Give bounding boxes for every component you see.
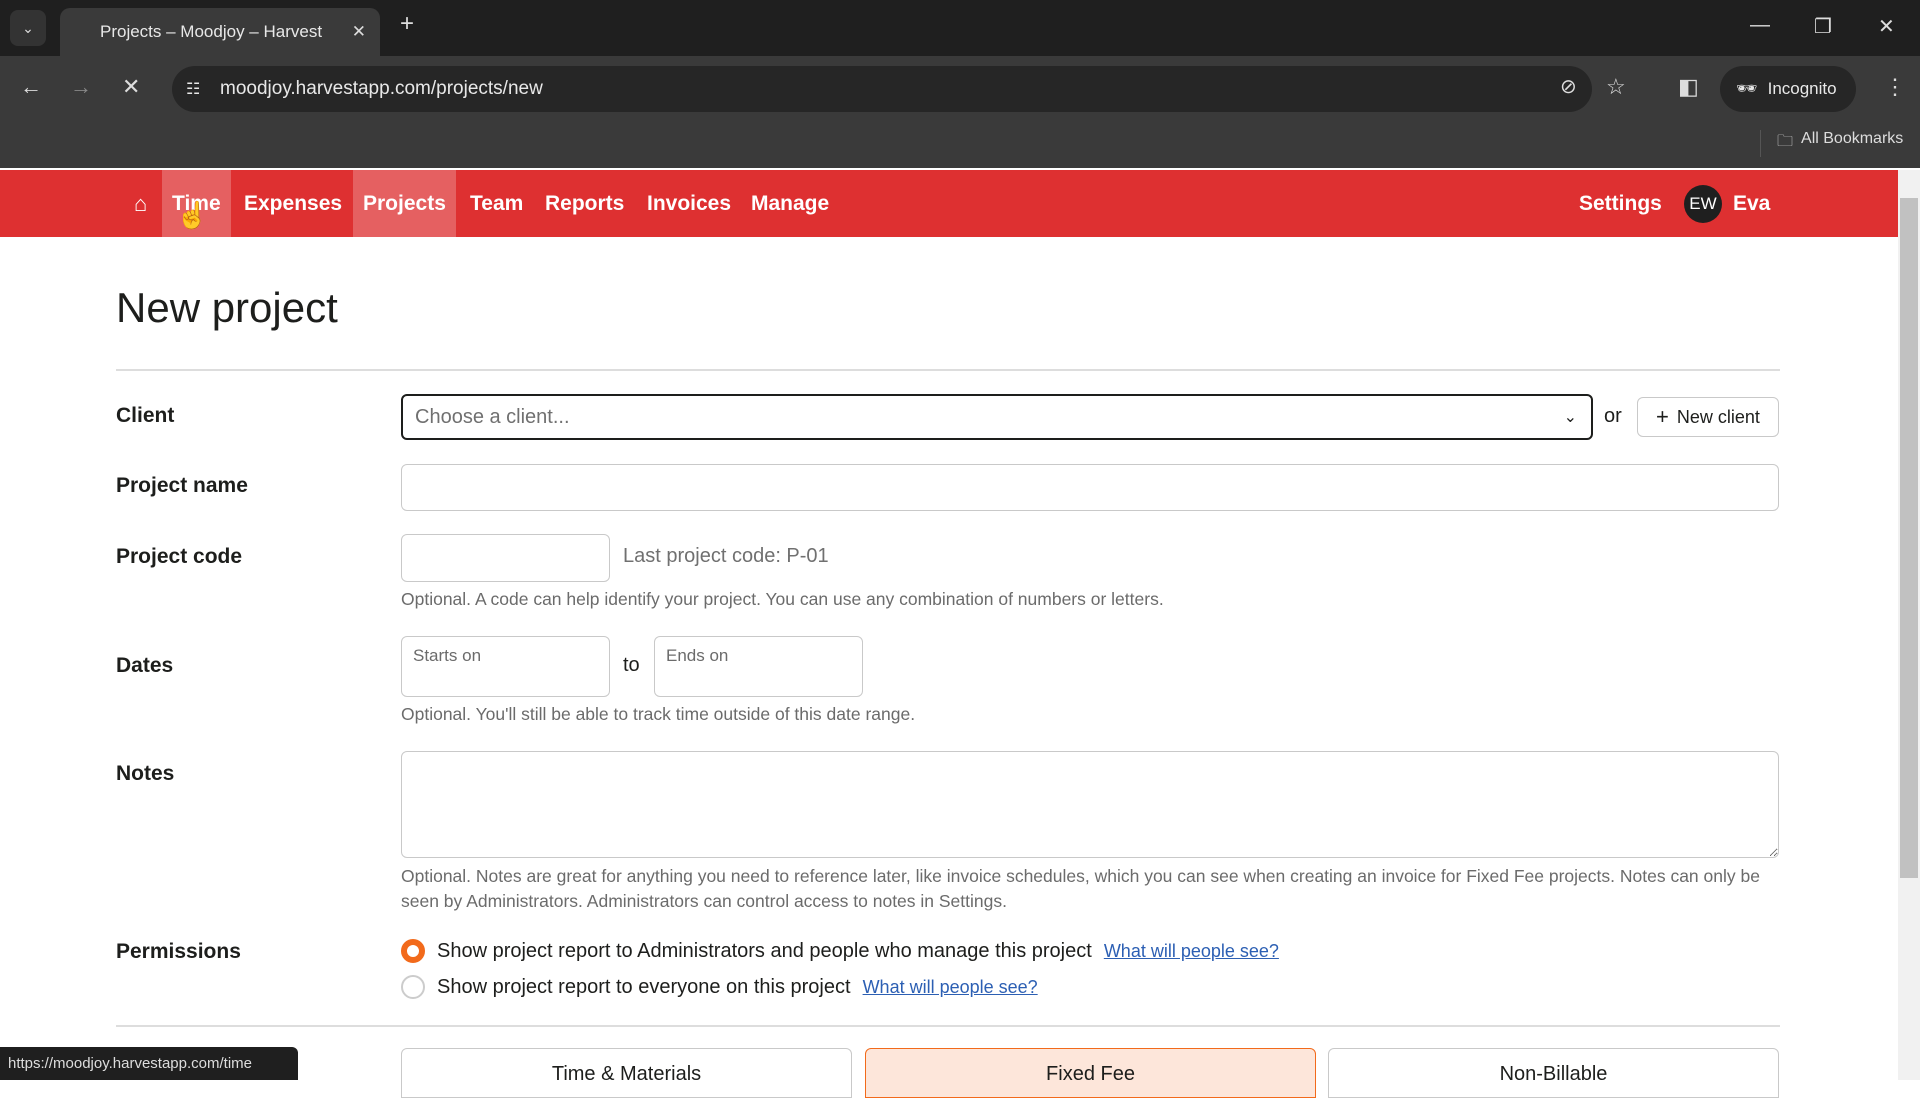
eye-off-icon[interactable]: ⊘ — [1560, 74, 1577, 99]
bookmarks-label: All Bookmarks — [1801, 130, 1904, 147]
mouse-cursor-icon: ☝ — [176, 200, 209, 230]
notes-help: Optional. Notes are great for anything y… — [401, 866, 1760, 911]
notes-textarea[interactable] — [401, 751, 1779, 858]
permission-option-managers[interactable]: Show project report to Administrators an… — [401, 939, 1279, 963]
browser-tab[interactable]: Projects – Moodjoy – Harvest ✕ — [60, 8, 380, 56]
project-name-input[interactable] — [401, 464, 1779, 511]
to-text: to — [623, 654, 640, 676]
what-will-people-see-link[interactable]: What will people see? — [863, 977, 1038, 998]
project-code-help: Optional. A code can help identify your … — [401, 589, 1164, 609]
status-bar-url: https://moodjoy.harvestapp.com/time — [0, 1047, 298, 1080]
nav-team[interactable]: Team — [460, 170, 533, 237]
dates-help: Optional. You'll still be able to track … — [401, 704, 916, 724]
address-bar[interactable]: ☷ moodjoy.harvestapp.com/projects/new — [172, 66, 1592, 112]
type-non-billable[interactable]: Non-Billable — [1328, 1048, 1779, 1098]
nav-settings[interactable]: Settings — [1569, 170, 1672, 237]
back-icon[interactable]: ← — [20, 74, 42, 100]
incognito-icon: 🕶 — [1736, 79, 1758, 98]
nav-manage[interactable]: Manage — [741, 170, 839, 237]
chevron-down-icon: ⌄ — [1563, 409, 1577, 426]
divider — [116, 1025, 1780, 1027]
tab-title: Projects – Moodjoy – Harvest — [100, 22, 323, 41]
permission-option-everyone[interactable]: Show project report to everyone on this … — [401, 975, 1038, 999]
last-project-code: Last project code: P-01 — [623, 545, 829, 567]
what-will-people-see-link[interactable]: What will people see? — [1104, 941, 1279, 962]
nav-expenses[interactable]: Expenses — [234, 170, 352, 237]
new-tab-icon[interactable]: + — [400, 10, 414, 38]
incognito-label: Incognito — [1767, 79, 1837, 98]
scrollbar[interactable] — [1898, 170, 1920, 1080]
bookmarks-folder[interactable]: 🗀 All Bookmarks — [1760, 130, 1903, 157]
or-text: or — [1604, 405, 1622, 427]
radio-unselected[interactable] — [401, 975, 425, 999]
nav-projects[interactable]: Projects — [353, 170, 456, 237]
nav-reports[interactable]: Reports — [535, 170, 634, 237]
tab-close-icon[interactable]: ✕ — [352, 22, 366, 42]
close-window-icon[interactable]: ✕ — [1878, 14, 1895, 39]
new-client-button[interactable]: + New client — [1637, 397, 1779, 437]
page-title: New project — [116, 284, 338, 331]
menu-icon[interactable]: ⋮ — [1884, 74, 1906, 100]
side-panel-icon[interactable]: ◧ — [1678, 74, 1699, 100]
incognito-badge[interactable]: 🕶 Incognito — [1720, 66, 1856, 112]
client-label: Client — [116, 404, 175, 427]
stop-loading-icon[interactable]: ✕ — [122, 74, 140, 100]
folder-icon: 🗀 — [1777, 133, 1794, 150]
client-select[interactable]: Choose a client... ⌄ — [401, 394, 1593, 440]
nav-invoices[interactable]: Invoices — [637, 170, 741, 237]
dates-label: Dates — [116, 654, 174, 677]
divider — [116, 369, 1780, 371]
minimize-icon[interactable]: — — [1750, 14, 1770, 37]
home-icon[interactable]: ⌂ — [124, 170, 157, 237]
project-code-input[interactable] — [401, 534, 610, 582]
url-text: moodjoy.harvestapp.com/projects/new — [220, 78, 543, 99]
plus-icon: + — [1656, 404, 1669, 429]
restore-icon[interactable]: ❐ — [1814, 14, 1832, 39]
permissions-label: Permissions — [116, 940, 241, 963]
radio-selected[interactable] — [401, 939, 425, 963]
project-code-label: Project code — [116, 545, 243, 568]
nav-user[interactable]: Eva — [1723, 170, 1780, 237]
site-info-icon[interactable]: ☷ — [186, 79, 200, 99]
star-icon[interactable]: ☆ — [1606, 74, 1626, 100]
starts-on-input[interactable]: Starts on — [401, 636, 610, 697]
client-placeholder: Choose a client... — [415, 405, 570, 428]
tab-search-button[interactable]: ⌄ — [10, 10, 46, 46]
project-name-label: Project name — [116, 474, 248, 497]
type-fixed-fee[interactable]: Fixed Fee — [865, 1048, 1316, 1098]
type-time-materials[interactable]: Time & Materials — [401, 1048, 852, 1098]
notes-label: Notes — [116, 762, 175, 785]
avatar[interactable]: EW — [1684, 185, 1722, 223]
forward-icon[interactable]: → — [70, 74, 92, 100]
ends-on-input[interactable]: Ends on — [654, 636, 863, 697]
